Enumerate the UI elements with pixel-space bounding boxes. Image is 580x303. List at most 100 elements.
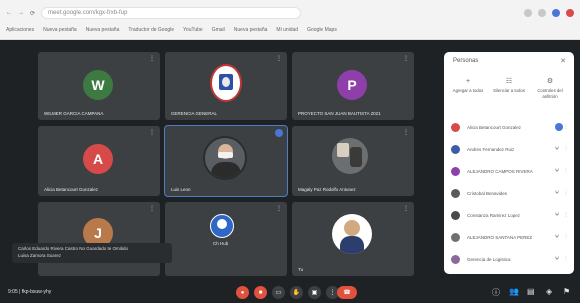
participant-name: Gerencia de Logistica: [467, 256, 511, 262]
participant-tile[interactable]: A ⋮ Alicia Betancourt Gonzalez: [38, 126, 160, 196]
more-options-icon[interactable]: ⋮: [149, 129, 155, 136]
forward-icon[interactable]: →: [18, 10, 24, 16]
extension-icon[interactable]: [552, 9, 560, 17]
participant-row[interactable]: Andres Fernandez Ruiz ⵖ ⋮: [451, 141, 569, 157]
camera-off-icon[interactable]: ■: [254, 286, 267, 299]
participant-tile[interactable]: W ⋮ WILMER GARCIA CAMPANA: [38, 52, 160, 120]
add-people-button[interactable]: + Agregar a todos: [448, 77, 488, 94]
more-options-icon[interactable]: ⋮: [276, 205, 282, 212]
more-options-icon[interactable]: ⋮: [149, 55, 155, 62]
avatar: [451, 144, 460, 154]
more-options-icon[interactable]: ⋮: [149, 205, 155, 212]
bookmark-item[interactable]: Google Maps: [307, 27, 337, 33]
bookmark-item[interactable]: Nueva pestaña: [234, 27, 268, 33]
mic-off-icon[interactable]: ⵖ: [551, 190, 563, 196]
mic-off-icon[interactable]: ⵖ: [551, 212, 563, 218]
mic-off-icon[interactable]: ⵖ: [551, 168, 563, 174]
activities-icon[interactable]: ◈: [546, 287, 552, 296]
back-icon[interactable]: ←: [6, 10, 12, 16]
more-options-icon[interactable]: ⋮: [563, 256, 569, 262]
address-row: ← → ⟳ meet.google.com/kgx-frxb-fup: [6, 5, 574, 21]
profile-icon[interactable]: [566, 9, 574, 17]
more-options-icon[interactable]: ⋮: [403, 129, 409, 136]
participant-row[interactable]: Cristobal Benavides ⵖ ⋮: [451, 185, 569, 201]
avatar: [451, 232, 460, 242]
organization-logo: [210, 64, 242, 102]
chat-icon[interactable]: ▤: [527, 287, 535, 296]
more-options-icon[interactable]: ⋮: [563, 212, 569, 218]
avatar: P: [337, 70, 367, 100]
avatar: [451, 210, 460, 220]
more-options-icon[interactable]: ⋮: [276, 55, 282, 62]
bookmark-item[interactable]: YouTube: [183, 27, 203, 33]
bookmark-item[interactable]: Mi unidad: [276, 27, 298, 33]
mic-off-icon[interactable]: ⵖ: [551, 146, 563, 152]
present-icon[interactable]: ▣: [308, 286, 321, 299]
add-person-icon: +: [465, 78, 471, 85]
mic-off-icon[interactable]: ⵖ: [551, 256, 563, 262]
bookmark-item[interactable]: Traductor de Google: [128, 27, 174, 33]
url-text: meet.google.com/kgx-frxb-fup: [48, 10, 128, 16]
mic-off-icon[interactable]: ⵖ: [551, 234, 563, 240]
more-options-icon[interactable]: ⋮: [563, 124, 569, 130]
participant-photo: [332, 214, 372, 254]
bookmark-item[interactable]: Aplicaciones: [6, 27, 34, 33]
participant-row[interactable]: Constanza Ramirez Lopez ⵖ ⋮: [451, 207, 569, 223]
close-icon[interactable]: ✕: [560, 57, 566, 65]
more-options-icon[interactable]: ⋮: [403, 205, 409, 212]
participant-name: Alicia Betancourt Gonzalez: [467, 124, 522, 130]
more-options-icon[interactable]: ⋮: [403, 55, 409, 62]
caption-overlay: Carlos Eduardo Rivera Castro No Guardado…: [12, 243, 172, 263]
participant-name: Tu: [298, 267, 304, 272]
meeting-time-code: 9:05 | fkp-bxuw-yhy: [8, 288, 52, 295]
participant-tile-active[interactable]: Luis Leon: [164, 125, 288, 197]
participant-name: PROYECTO SAN JUAN BAUTISTA 2021: [298, 111, 381, 116]
reload-icon[interactable]: ⟳: [30, 10, 35, 17]
participant-tile[interactable]: P ⋮ PROYECTO SAN JUAN BAUTISTA 2021: [292, 52, 414, 120]
action-label: Controles del anfitrión: [537, 88, 563, 99]
captions-icon[interactable]: ▭: [272, 286, 285, 299]
participant-name: Alicia Betancourt Gonzalez: [44, 187, 99, 192]
mic-off-icon[interactable]: ●: [236, 286, 249, 299]
leave-call-button[interactable]: ☎: [337, 286, 357, 299]
avatar: [451, 122, 460, 132]
bookmark-item[interactable]: Nueva pestaña: [43, 27, 77, 33]
avatar: A: [83, 144, 113, 174]
participant-name: WILMER GARCIA CAMPANA: [44, 111, 104, 116]
participant-name: ALEJANDRO SANTANA PEREZ: [467, 234, 533, 240]
more-options-icon[interactable]: ⋮: [563, 168, 569, 174]
participant-row[interactable]: Alicia Betancourt Gonzalez ⋮: [451, 119, 569, 135]
extension-icon[interactable]: [538, 9, 546, 17]
participant-tile[interactable]: ⋮ GERENCIA GENERAL: [165, 52, 287, 120]
participant-tile[interactable]: ⋮ Tu: [292, 202, 414, 276]
participant-name: Luis Leon: [171, 187, 191, 192]
bookmarks-bar: Aplicaciones Nueva pestaña Nueva pestaña…: [6, 24, 574, 36]
info-icon[interactable]: ⓘ: [492, 287, 500, 298]
bookmark-item[interactable]: Gmail: [212, 27, 225, 33]
host-controls-button[interactable]: ⚙ Controles del anfitrión: [530, 77, 570, 99]
participant-tile[interactable]: ⋮ Ch Hub: [165, 202, 287, 276]
browser-chrome: ← → ⟳ meet.google.com/kgx-frxb-fup Aplic…: [0, 0, 580, 40]
people-icon[interactable]: 👥: [509, 287, 519, 296]
speaking-indicator-icon: [275, 129, 283, 137]
control-bar: 9:05 | fkp-bxuw-yhy ● ■ ▭ ✋ ▣ ⋮ ☎ ⓘ 👥 ▤ …: [0, 280, 580, 303]
people-panel: Personas ✕ + Agregar a todos ☷ Silenciar…: [444, 52, 574, 274]
participant-photo: [332, 138, 368, 174]
address-bar[interactable]: meet.google.com/kgx-frxb-fup: [41, 7, 302, 19]
bookmark-item[interactable]: Nueva pestaña: [86, 27, 120, 33]
more-options-icon[interactable]: ⋮: [563, 146, 569, 152]
extension-icon[interactable]: [524, 9, 532, 17]
participant-row[interactable]: Gerencia de Logistica ⵖ ⋮: [451, 251, 569, 267]
hand-raise-icon[interactable]: ✋: [290, 286, 303, 299]
participant-tile[interactable]: ⋮ Magaly Paz Rodolfo Antunez: [292, 126, 414, 196]
lock-icon[interactable]: ⚑: [563, 287, 570, 296]
more-options-icon[interactable]: ⋮: [563, 234, 569, 240]
participant-tile[interactable]: J ⋮: [38, 202, 160, 276]
participant-photo: [210, 214, 234, 238]
participant-row[interactable]: ALEJANDRO SANTANA PEREZ ⵖ ⋮: [451, 229, 569, 245]
participant-row[interactable]: ALEJANDRO CAMPOS RIVERA ⵖ ⋮: [451, 163, 569, 179]
caption-line: Luisa Zamora Suarez: [18, 252, 62, 258]
mute-all-button[interactable]: ☷ Silenciar a todos: [489, 77, 529, 94]
more-options-icon[interactable]: ⋮: [563, 190, 569, 196]
participant-name: Cristobal Benavides: [467, 190, 508, 196]
